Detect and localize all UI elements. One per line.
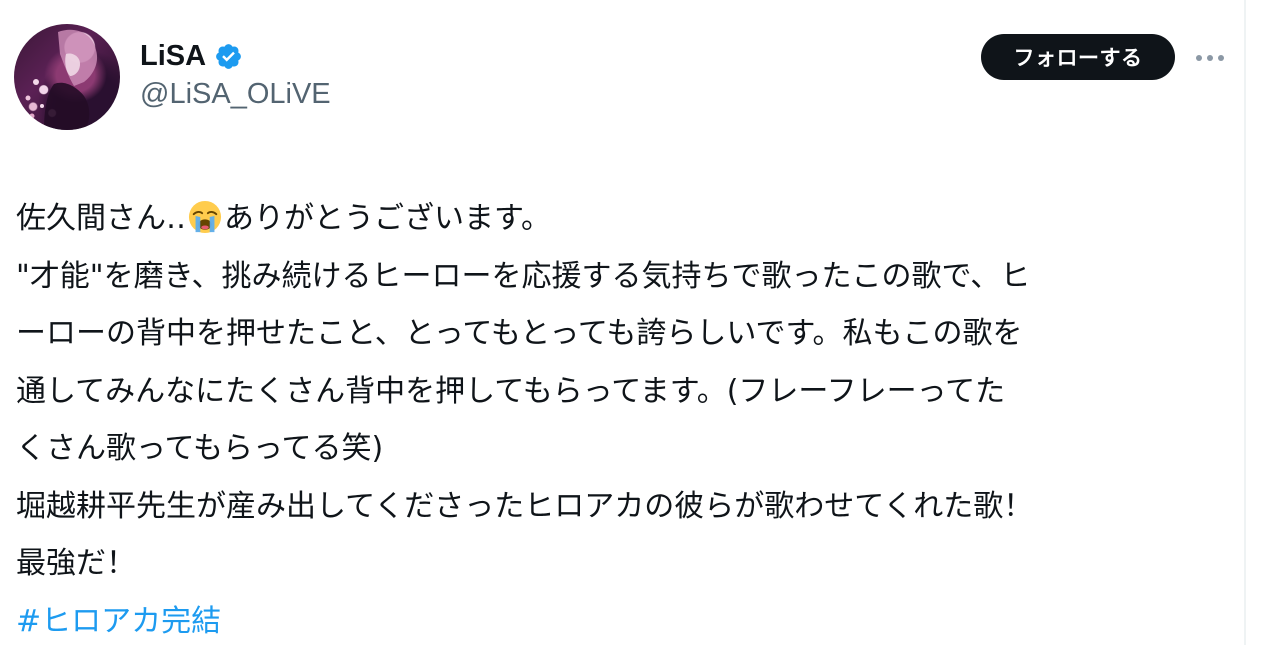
author-handle[interactable]: @LiSA_OLiVE <box>140 78 331 111</box>
verified-badge-icon[interactable] <box>214 42 243 71</box>
author-name-row: LiSA <box>140 36 243 76</box>
more-options-icon <box>1195 54 1225 62</box>
avatar-artwork-icon <box>14 24 120 130</box>
loudly-crying-face-emoji-icon <box>188 196 222 230</box>
tweet-line: ーローの背中を押せたこと、とってもとっても誇らしいです。私もこの歌を <box>16 305 1231 363</box>
hashtag-link[interactable]: #ヒロアカ完結 <box>16 593 1231 650</box>
follow-button[interactable]: フォローする <box>981 34 1175 80</box>
tweet-line-1: 佐久間さん‥ ありがとうございます。 <box>16 190 1231 248</box>
tweet-line: 最強だ！ <box>16 535 1231 593</box>
tweet-line: 堀越耕平先生が産み出してくださったヒロアカの彼らが歌わせてくれた歌！ <box>16 478 1231 536</box>
tweet-card: LiSA @LiSA_OLiVE フォローする 佐久間さん‥ <box>0 0 1244 645</box>
more-options-button[interactable] <box>1190 44 1230 72</box>
tweet-line-1-end: ありがとうございます。 <box>224 201 551 236</box>
author-display-name[interactable]: LiSA <box>140 40 206 73</box>
tweet-body: 佐久間さん‥ ありがとうございます。 "才能"を磨き、挑み続けるヒーローを応援す… <box>16 190 1231 650</box>
tweet-line: 通してみんなにたくさん背中を押してもらってます。(フレーフレーってた <box>16 363 1231 421</box>
column-divider <box>1244 0 1246 645</box>
tweet-line-1-start: 佐久間さん‥ <box>16 201 186 236</box>
tweet-line: "才能"を磨き、挑み続けるヒーローを応援する気持ちで歌ったこの歌で、ヒ <box>16 248 1231 306</box>
tweet-line: くさん歌ってもらってる笑) <box>16 420 1231 478</box>
author-avatar[interactable] <box>14 24 120 130</box>
